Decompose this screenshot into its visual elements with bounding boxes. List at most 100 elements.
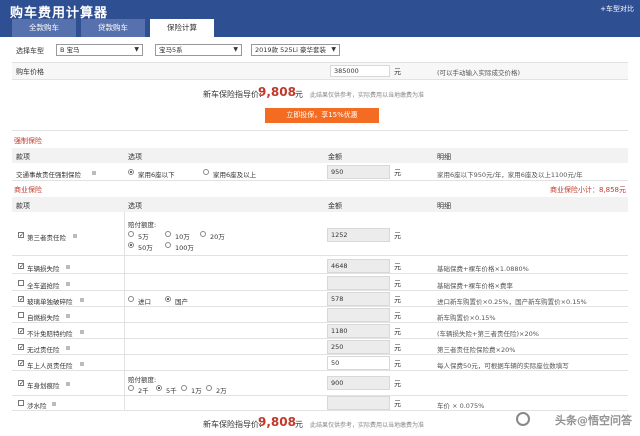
radio-scratch-2k[interactable]: [128, 385, 134, 391]
watermark: 头条@悟空问答: [555, 414, 632, 427]
amount-unit: 元: [394, 169, 401, 177]
tab-full-payment[interactable]: 全款购车: [12, 19, 76, 37]
wading-amount: [327, 396, 390, 410]
divider: [12, 255, 628, 256]
guide-price-value-bottom: 9,808: [258, 415, 296, 429]
price-row: [12, 63, 628, 79]
radio-6-plus-label: 家用6座及以上: [213, 171, 257, 179]
tab-insurance[interactable]: 保险计算: [150, 19, 214, 37]
third-party-checkbox[interactable]: ✓: [18, 232, 24, 239]
brand-select[interactable]: B 宝马 ▼: [56, 44, 143, 56]
help-icon[interactable]: [66, 282, 70, 286]
series-select[interactable]: 宝马5系 ▼: [155, 44, 242, 56]
radio-scratch-5k[interactable]: [156, 385, 162, 391]
radio-scratch-5k-label: 5千: [166, 387, 177, 395]
series-value: 宝马5系: [159, 46, 183, 54]
help-icon[interactable]: [80, 362, 84, 366]
radio-scratch-10k-label: 1万: [191, 387, 202, 395]
col-option: 选项: [128, 153, 142, 161]
guide-price-note: 此结果仅供参考，实际费用以当地缴费为准: [310, 92, 425, 99]
amount-unit: 元: [394, 360, 401, 368]
tab-bar: 全款购车 贷款购车 保险计算: [12, 19, 219, 37]
radio-scratch-20k-label: 2万: [216, 387, 227, 395]
glass-label: 玻璃单独破碎险: [27, 298, 73, 306]
self-ignition-checkbox[interactable]: [18, 312, 24, 318]
help-icon[interactable]: [66, 346, 70, 350]
price-note: (可以手动输入实际成交价格): [437, 69, 521, 77]
radio-under-6-label: 家用6座以下: [138, 171, 175, 179]
no-fault-label: 无过责任险: [27, 346, 60, 354]
glass-detail: 进口新车购置价×0.25%，国产新车购置价×0.15%: [437, 298, 587, 306]
radio-limit-10w[interactable]: [165, 231, 171, 237]
radio-imported[interactable]: [128, 296, 134, 302]
help-icon[interactable]: [66, 314, 70, 318]
wading-label: 涉水险: [27, 402, 47, 410]
insure-now-button[interactable]: 立即投保，享15%优惠: [265, 108, 379, 123]
divider: [12, 338, 628, 339]
compare-link[interactable]: +车型对比: [600, 4, 634, 14]
price-label: 购车价格: [16, 68, 44, 76]
col-detail: 明细: [437, 202, 451, 210]
passenger-liability-amount[interactable]: 50: [327, 356, 390, 370]
price-input[interactable]: 385000: [330, 65, 390, 77]
third-party-limit-label: 赔付额度:: [128, 221, 157, 229]
radio-domestic[interactable]: [165, 296, 171, 302]
col-amount: 金额: [328, 202, 342, 210]
chevron-down-icon: ▼: [331, 46, 336, 53]
divider: [12, 354, 628, 355]
no-fault-checkbox[interactable]: ✓: [18, 344, 24, 351]
select-model-label: 选择车型: [16, 47, 44, 55]
radio-under-6-seats[interactable]: [128, 169, 134, 175]
help-icon[interactable]: [66, 382, 70, 386]
guide-price-label-bottom: 新车保险指导价:: [203, 420, 262, 429]
theft-amount: [327, 276, 390, 290]
vehicle-damage-checkbox[interactable]: ✓: [18, 263, 24, 270]
radio-limit-20w-label: 20万: [210, 233, 225, 241]
radio-limit-100w[interactable]: [165, 242, 171, 248]
radio-limit-50w-label: 50万: [138, 244, 153, 252]
passenger-liability-label: 车上人员责任险: [27, 362, 73, 370]
amount-unit: 元: [394, 263, 401, 271]
help-icon[interactable]: [66, 265, 70, 269]
radio-scratch-10k[interactable]: [181, 385, 187, 391]
deductible-waiver-checkbox[interactable]: ✓: [18, 328, 24, 335]
radio-6-plus-seats[interactable]: [203, 169, 209, 175]
help-icon[interactable]: [92, 171, 96, 175]
radio-limit-50w[interactable]: [128, 242, 134, 248]
wading-checkbox[interactable]: [18, 400, 24, 406]
col-detail: 明细: [437, 153, 451, 161]
price-unit: 元: [394, 68, 401, 76]
model-select[interactable]: 2019款 525Li 豪华套装 ▼: [251, 44, 340, 56]
radio-imported-label: 进口: [138, 298, 151, 306]
radio-scratch-20k[interactable]: [206, 385, 212, 391]
help-icon[interactable]: [80, 330, 84, 334]
body-scratch-checkbox[interactable]: ✓: [18, 380, 24, 387]
guide-price-label: 新车保险指导价:: [203, 90, 262, 99]
deductible-waiver-amount: 1180: [327, 324, 390, 338]
col-item: 款项: [16, 202, 30, 210]
watermark-logo-icon: [516, 412, 530, 426]
glass-checkbox[interactable]: ✓: [18, 296, 24, 303]
chevron-down-icon: ▼: [233, 46, 238, 53]
guide-price-note-bottom: 此结果仅供参考，实际费用以当地缴费为准: [310, 422, 425, 429]
tab-loan[interactable]: 贷款购车: [81, 19, 145, 37]
col-amount: 金额: [328, 153, 342, 161]
col-item: 款项: [16, 153, 30, 161]
no-fault-amount: 250: [327, 340, 390, 354]
commercial-subtotal: 商业保险小计：8,858元: [549, 186, 626, 194]
commercial-header-row: [12, 197, 628, 212]
help-icon[interactable]: [52, 402, 56, 406]
amount-unit: 元: [394, 328, 401, 336]
help-icon[interactable]: [73, 234, 77, 238]
model-value: 2019款 525Li 豪华套装: [255, 46, 327, 54]
divider: [12, 79, 628, 80]
passenger-liability-checkbox[interactable]: ✓: [18, 360, 24, 367]
divider: [12, 370, 628, 371]
body-scratch-limit-label: 赔付额度:: [128, 376, 157, 384]
vehicle-damage-amount: 4648: [327, 259, 390, 273]
radio-limit-5w[interactable]: [128, 231, 134, 237]
radio-limit-20w[interactable]: [200, 231, 206, 237]
theft-checkbox[interactable]: [18, 280, 24, 286]
help-icon[interactable]: [80, 298, 84, 302]
compulsory-insurance-label: 交通事故责任强制保险: [16, 171, 81, 179]
